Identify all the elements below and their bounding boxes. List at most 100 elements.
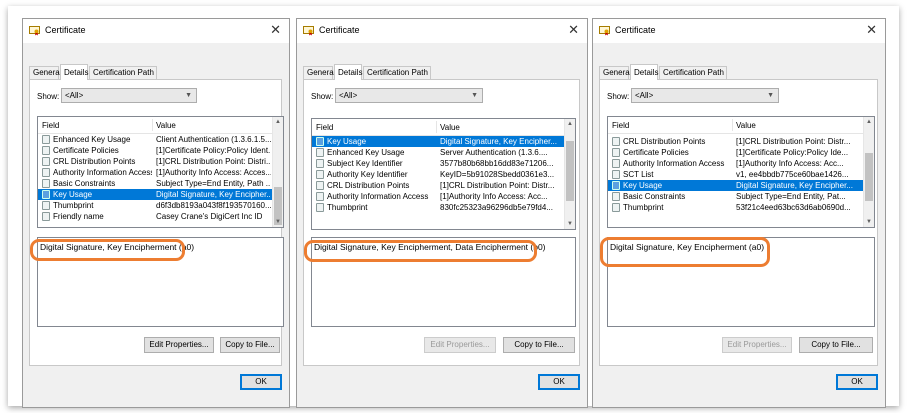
- tab-certification-path[interactable]: Certification Path: [363, 66, 431, 79]
- list-item[interactable]: Basic Constraints Subject Type=End Entity…: [608, 191, 865, 202]
- dialog-content: General Details Certification Path Show: <Al…: [23, 43, 289, 407]
- list-item[interactable]: CRL Distribution Points [1]CRL Distributi…: [608, 136, 865, 147]
- list-item[interactable]: Certificate Policies [1]Certificate Polic…: [608, 147, 865, 158]
- tab-general[interactable]: General: [303, 66, 335, 79]
- tab-details[interactable]: Details: [60, 64, 88, 80]
- show-filter-select[interactable]: <All> ▼: [61, 88, 197, 103]
- chevron-down-icon: ▼: [471, 92, 478, 99]
- list-item[interactable]: Friendly name Casey Crane's DigiCert Inc …: [38, 211, 274, 222]
- tab-certification-path[interactable]: Certification Path: [659, 66, 727, 79]
- list-item[interactable]: CRL Distribution Points [1]CRL Distributi…: [38, 156, 274, 167]
- close-icon[interactable]: ✕: [270, 22, 281, 38]
- field-value: [1]Certificate Policy:Policy Ident...: [156, 146, 271, 155]
- column-divider[interactable]: [152, 119, 153, 131]
- column-header-value[interactable]: Value: [440, 123, 460, 132]
- field-value: Casey Crane's DigiCert Inc ID: [156, 212, 263, 221]
- column-divider[interactable]: [436, 121, 437, 133]
- list-item[interactable]: Key Usage Digital Signature, Key Encipher…: [608, 180, 865, 191]
- scroll-up-icon[interactable]: ▲: [273, 117, 283, 127]
- field-icon: [42, 179, 50, 188]
- chevron-down-icon: ▼: [185, 92, 192, 99]
- column-header-value[interactable]: Value: [156, 121, 176, 130]
- field-value: d6f3db8193a043f8f193570160...: [156, 201, 271, 210]
- column-header-value[interactable]: Value: [736, 121, 756, 130]
- scroll-thumb[interactable]: [865, 153, 873, 201]
- field-name: Basic Constraints: [623, 192, 686, 201]
- field-name: Authority Information Access: [623, 159, 725, 168]
- column-divider[interactable]: [732, 119, 733, 131]
- list-scrollbar[interactable]: ▲ ▼: [564, 119, 575, 229]
- tab-certification-path[interactable]: Certification Path: [89, 66, 157, 79]
- field-icon: [612, 192, 620, 201]
- ok-button[interactable]: OK: [538, 374, 580, 390]
- field-value: Subject Type=End Entity, Pat...: [736, 192, 846, 201]
- list-item[interactable]: Authority Key Identifier KeyID=5b91028Sbe…: [312, 169, 566, 180]
- list-item[interactable]: Key Usage Digital Signature, Key Encipher…: [312, 136, 566, 147]
- field-list[interactable]: Field Value CRL Distribution Points [1]CRL …: [607, 116, 875, 228]
- show-filter-select[interactable]: <All> ▼: [631, 88, 779, 103]
- list-item[interactable]: Thumbprint 53f21c4eed63bc63d6ab0690d...: [608, 202, 865, 213]
- close-icon[interactable]: ✕: [866, 22, 877, 38]
- show-filter-value: <All>: [339, 91, 358, 100]
- show-filter-select[interactable]: <All> ▼: [335, 88, 483, 103]
- copy-to-file-button[interactable]: Copy to File...: [220, 337, 280, 353]
- field-name: Subject Key Identifier: [327, 159, 403, 168]
- tab-details[interactable]: Details: [630, 64, 658, 80]
- list-item[interactable]: Thumbprint 830fc25323a96296db5e79fd4...: [312, 202, 566, 213]
- list-item[interactable]: Enhanced Key Usage Server Authentication …: [312, 147, 566, 158]
- list-item[interactable]: Subject Key Identifier 3577b80b68bb16dd83…: [312, 158, 566, 169]
- field-icon: [612, 159, 620, 168]
- field-list[interactable]: Field Value Enhanced Key Usage Client Authe…: [37, 116, 284, 228]
- tab-details[interactable]: Details: [334, 64, 362, 80]
- copy-to-file-button[interactable]: Copy to File...: [799, 337, 873, 353]
- list-item[interactable]: Authority Information Access [1]Authority…: [312, 191, 566, 202]
- list-item[interactable]: Enhanced Key Usage Client Authentication …: [38, 134, 274, 145]
- edit-properties-button[interactable]: Edit Properties...: [424, 337, 496, 353]
- column-header-field[interactable]: Field: [612, 121, 629, 130]
- list-item[interactable]: SCT List v1, ee4bbdb775ce60bae1426...: [608, 169, 865, 180]
- list-item[interactable]: CRL Distribution Points [1]CRL Distributi…: [312, 180, 566, 191]
- tab-general[interactable]: General: [29, 66, 61, 79]
- field-name: Thumbprint: [53, 201, 94, 210]
- copy-to-file-button[interactable]: Copy to File...: [503, 337, 575, 353]
- list-item[interactable]: Authority Information Access [1]Authority…: [38, 167, 274, 178]
- certificate-icon: [599, 25, 610, 36]
- field-value: 3577b80b68bb16dd83e71206...: [440, 159, 554, 168]
- field-icon: [42, 146, 50, 155]
- certificate-dialog-1: Certificate ✕ General Details Certification …: [22, 18, 290, 408]
- dialog-content: General Details Certification Path Show: <Al…: [593, 43, 885, 407]
- list-item[interactable]: Certificate Policies [1]Certificate Polic…: [38, 145, 274, 156]
- edit-properties-button[interactable]: Edit Properties...: [722, 337, 792, 353]
- close-icon[interactable]: ✕: [568, 22, 579, 38]
- list-scrollbar[interactable]: ▲ ▼: [863, 117, 874, 227]
- field-icon: [612, 148, 620, 157]
- show-label: Show:: [37, 92, 60, 101]
- field-name: Enhanced Key Usage: [327, 148, 405, 157]
- scroll-down-icon[interactable]: ▼: [565, 219, 575, 229]
- field-icon: [316, 170, 324, 179]
- scroll-up-icon[interactable]: ▲: [864, 117, 874, 127]
- list-item[interactable]: Authority Information Access [1]Authority…: [608, 158, 865, 169]
- field-value: [1]Certificate Policy:Policy Ide...: [736, 148, 849, 157]
- edit-properties-button[interactable]: Edit Properties...: [144, 337, 214, 353]
- field-value: Digital Signature, Key Encipher...: [156, 190, 271, 199]
- list-item[interactable]: Key Usage Digital Signature, Key Encipher…: [38, 189, 274, 200]
- field-icon: [612, 170, 620, 179]
- field-icon: [42, 135, 50, 144]
- ok-button[interactable]: OK: [240, 374, 282, 390]
- ok-button[interactable]: OK: [836, 374, 878, 390]
- tab-general[interactable]: General: [599, 66, 631, 79]
- field-value: [1]CRL Distribution Point: Distr...: [736, 137, 851, 146]
- list-scrollbar[interactable]: ▲ ▼: [272, 117, 283, 227]
- scroll-up-icon[interactable]: ▲: [565, 119, 575, 129]
- list-item[interactable]: Thumbprint d6f3db8193a043f8f193570160...: [38, 200, 274, 211]
- scroll-thumb[interactable]: [566, 141, 574, 201]
- scroll-down-icon[interactable]: ▼: [864, 217, 874, 227]
- column-header-field[interactable]: Field: [42, 121, 59, 130]
- list-item[interactable]: Basic Constraints Subject Type=End Entity…: [38, 178, 274, 189]
- column-header-field[interactable]: Field: [316, 123, 333, 132]
- field-value: 830fc25323a96296db5e79fd4...: [440, 203, 553, 212]
- certificate-dialog-2: Certificate ✕ General Details Certification …: [296, 18, 588, 408]
- field-list[interactable]: Field Value Key Usage Digital Signature, Ke…: [311, 118, 576, 230]
- scroll-down-icon[interactable]: ▼: [273, 217, 283, 227]
